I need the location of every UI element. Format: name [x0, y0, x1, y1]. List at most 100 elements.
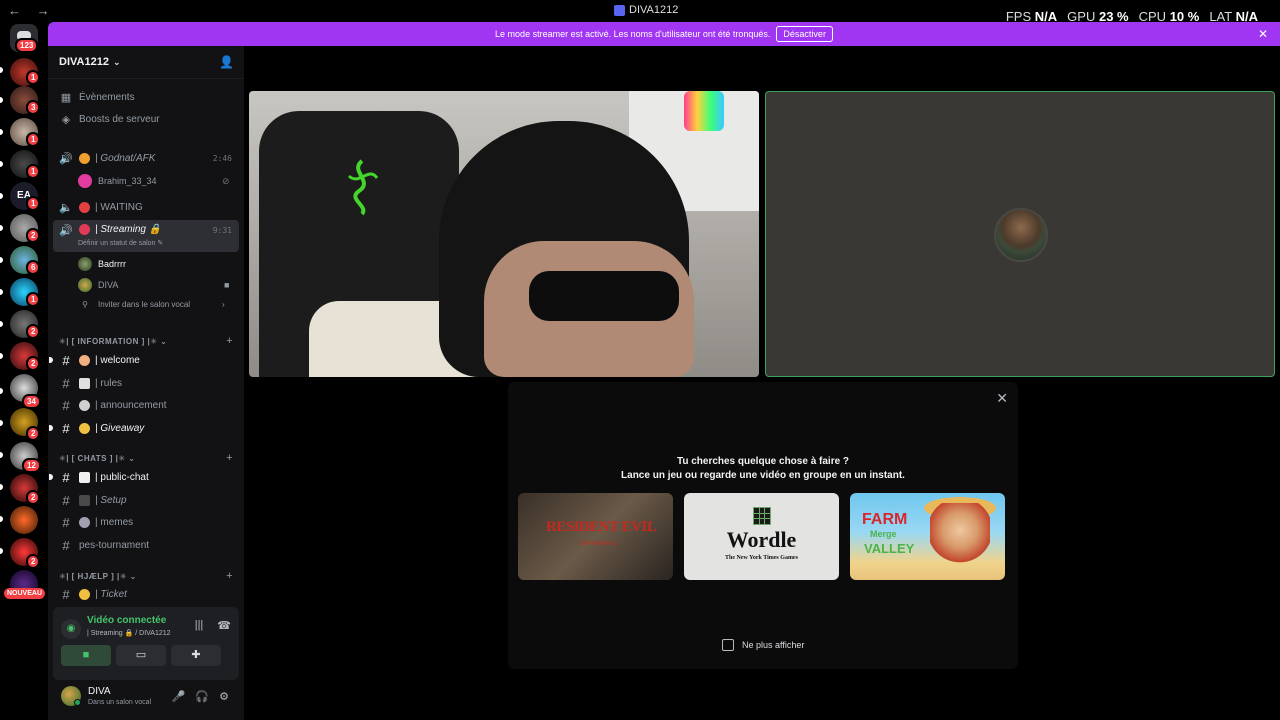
category-chats[interactable]: ✳| [ CHATS ] |✳ ⌄ + — [59, 452, 239, 464]
banner-text: Le mode streamer est activé. Les noms d'… — [495, 29, 771, 39]
channel-timer: 2:46 — [212, 154, 232, 163]
speaker-icon: 🔊 — [59, 225, 73, 237]
noise-suppression-icon[interactable]: ||| — [195, 619, 204, 632]
channel-name: pes-tournament — [79, 540, 150, 551]
activity-card-wordle[interactable]: Wordle The New York Times Games — [684, 493, 839, 580]
disable-streamer-button[interactable]: Désactiver — [776, 26, 833, 42]
unread-pill — [0, 353, 3, 359]
channel-name: | announcement — [95, 400, 167, 411]
unread-pill — [0, 129, 3, 135]
unread-badge: 2 — [26, 324, 41, 339]
game-title: Wordle — [726, 527, 797, 552]
events-item[interactable]: ▦ Évènements — [53, 87, 239, 108]
hash-icon: # — [62, 515, 70, 530]
voice-status-title[interactable]: Vidéo connectée — [87, 615, 166, 626]
channel-setup[interactable]: # | Setup — [53, 490, 239, 511]
connection-icon[interactable]: ◉ — [61, 619, 81, 639]
unread-badge: 1 — [26, 164, 41, 179]
unread-badge: 1 — [26, 196, 41, 211]
game-title: VALLEY — [864, 541, 915, 556]
screen-share-button[interactable]: ▭ — [116, 645, 166, 666]
game-subtitle: SEPTEMBER 13 — [580, 541, 618, 547]
speaker-icon: 🔊 — [59, 153, 73, 165]
game-title: Merge — [870, 529, 897, 539]
avatar — [78, 278, 92, 292]
dont-show-again-checkbox[interactable] — [722, 639, 734, 651]
close-icon[interactable]: ✕ — [1258, 27, 1268, 41]
server-name: DIVA1212 — [59, 56, 109, 68]
channel-rules[interactable]: # | rules — [53, 373, 239, 394]
activity-card-resident-evil[interactable]: RESIDENT EVIL SEPTEMBER 13 — [518, 493, 673, 580]
character — [930, 503, 990, 580]
channel-welcome[interactable]: # | welcome — [49, 350, 239, 371]
unread-badge: 34 — [22, 394, 41, 409]
unread-pill — [0, 289, 3, 295]
video-tile-streamer[interactable] — [249, 91, 759, 377]
invite-label: Inviter dans le salon vocal — [98, 300, 191, 309]
emoji-icon — [79, 472, 90, 483]
close-icon[interactable]: ✕ — [996, 390, 1008, 407]
activity-headline: Tu cherches quelque chose à faire ? — [676, 456, 850, 467]
hash-icon: # — [62, 353, 70, 368]
dont-show-again-row[interactable]: Ne plus afficher — [722, 639, 804, 651]
server-header[interactable]: DIVA1212 ⌄ 👤 — [48, 46, 244, 79]
hash-icon: # — [62, 538, 70, 553]
unread-pill — [0, 516, 3, 522]
set-status-link[interactable]: Définir un statut de salon ✎ — [78, 239, 163, 247]
unread-pill — [0, 161, 3, 167]
channel-pes-tournament[interactable]: # pes-tournament — [53, 535, 239, 556]
voice-channel-waiting[interactable]: 🔈 | WAITING — [53, 197, 239, 218]
streamer-mode-banner: Le mode streamer est activé. Les noms d'… — [48, 22, 1280, 46]
video-tile-caller[interactable] — [765, 91, 1275, 377]
nav-arrows[interactable]: ← → — [8, 3, 56, 18]
user-name[interactable]: DIVA — [88, 686, 111, 697]
emoji-icon — [79, 517, 90, 528]
channel-name: | rules — [95, 378, 123, 389]
voice-channel-streaming[interactable]: 🔊 | Streaming 🔒 9:31 Définir un statut d… — [53, 220, 239, 252]
activity-card-farm-merge-valley[interactable]: FARM Merge VALLEY — [850, 493, 1005, 580]
channel-public-chat[interactable]: # | public-chat — [49, 467, 239, 488]
channel-giveaway[interactable]: # | Giveaway — [49, 418, 239, 439]
hash-icon: # — [62, 493, 70, 508]
activities-button[interactable]: ✚ — [171, 645, 221, 666]
channel-name: | memes — [95, 517, 134, 528]
server-icon[interactable] — [10, 506, 38, 534]
emoji-icon — [79, 378, 90, 389]
channel-name: | Giveaway — [95, 423, 145, 434]
voice-channel-afk[interactable]: 🔊 | Godnat/AFK 2:46 — [53, 148, 239, 169]
channel-timer: 9:31 — [212, 226, 232, 235]
sunglasses — [529, 271, 679, 321]
category-information[interactable]: ✳| [ INFORMATION ] |✳ ⌄ + — [59, 335, 239, 347]
emoji-icon — [79, 224, 90, 235]
voice-member[interactable]: Brahim_33_34 ⊘ — [78, 174, 230, 188]
category-help[interactable]: ✳| [ HJÆLP ] |✳ ⌄ + — [59, 570, 239, 582]
hash-icon: # — [62, 398, 70, 413]
boosts-label: Boosts de serveur — [79, 114, 160, 125]
camera-button[interactable]: ■ — [61, 645, 111, 666]
plus-icon[interactable]: + — [226, 570, 233, 582]
unread-badge: 12 — [22, 458, 41, 473]
add-member-icon[interactable]: 👤 — [219, 55, 234, 69]
unread-pill — [0, 548, 3, 554]
disconnect-icon[interactable]: ☎ — [217, 619, 231, 632]
voice-member[interactable]: Badrrrr — [78, 257, 126, 271]
channel-announcement[interactable]: # | announcement — [53, 395, 239, 416]
voice-member[interactable]: DIVA ■ — [78, 278, 229, 292]
emoji-icon — [79, 495, 90, 506]
plus-icon[interactable]: + — [226, 335, 233, 347]
plus-icon[interactable]: + — [226, 452, 233, 464]
checkbox-label: Ne plus afficher — [742, 640, 805, 650]
channel-ticket[interactable]: # | Ticket — [53, 584, 239, 605]
channel-memes[interactable]: # | memes — [53, 512, 239, 533]
voice-channel-path[interactable]: | Streaming 🔒 / DIVA1212 — [87, 629, 171, 637]
unread-badge: 2 — [26, 228, 41, 243]
headphones-icon[interactable]: 🎧 — [195, 690, 209, 703]
microphone-icon[interactable]: 🎤 — [172, 690, 186, 703]
window-title: DIVA1212 — [614, 4, 678, 16]
hash-icon: # — [62, 587, 70, 602]
unread-indicator — [49, 474, 53, 480]
activity-subline: Lance un jeu ou regarde une vidéo en gro… — [621, 470, 905, 481]
boosts-item[interactable]: ◈ Boosts de serveur — [53, 109, 239, 130]
gear-icon[interactable]: ⚙ — [219, 690, 229, 703]
invite-voice-row[interactable]: ⚲ Inviter dans le salon vocal › — [78, 300, 225, 309]
